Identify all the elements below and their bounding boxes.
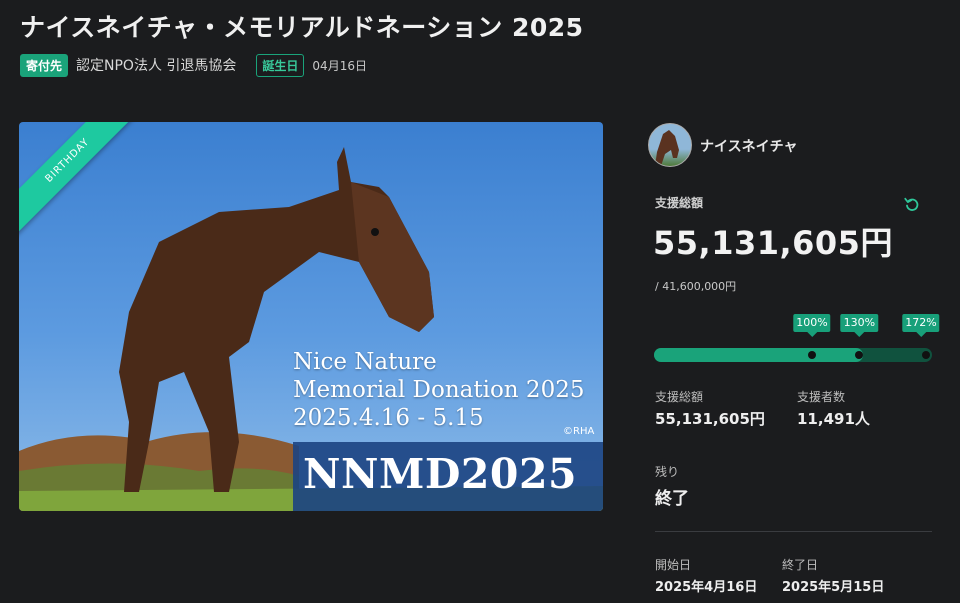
milestone-dot bbox=[921, 351, 930, 359]
horse-avatar[interactable] bbox=[648, 123, 692, 167]
total-amount: 55,131,605円 bbox=[653, 224, 893, 262]
hero-image: BIRTHDAY Nice Nature Memorial Donation 2… bbox=[19, 122, 603, 511]
end-date-label: 終了日 bbox=[782, 558, 819, 572]
total-label: 支援総額 bbox=[655, 196, 704, 210]
end-date-value: 2025年5月15日 bbox=[782, 580, 885, 595]
divider bbox=[655, 531, 932, 532]
hero-caption: Nice Nature Memorial Donation 2025 2025.… bbox=[293, 348, 584, 432]
progress-bar-fill bbox=[654, 348, 864, 362]
birthday-date: 04月16日 bbox=[312, 58, 367, 73]
hero-copyright: ©RHA bbox=[563, 426, 595, 437]
remaining-value: 終了 bbox=[655, 489, 689, 509]
milestone-marker-130pct: 130% bbox=[840, 314, 879, 337]
stat-supporters-value: 11,491人 bbox=[797, 410, 870, 428]
goal-amount: / 41,600,000円 bbox=[655, 280, 737, 293]
milestone-dot bbox=[855, 351, 864, 359]
hero-nnmd-title: NNMD2025 bbox=[303, 450, 578, 498]
start-date-value: 2025年4月16日 bbox=[655, 580, 758, 595]
stat-amount-label: 支援総額 bbox=[655, 390, 704, 404]
milestone-dot bbox=[807, 351, 816, 359]
stat-amount-value: 55,131,605円 bbox=[655, 410, 765, 428]
refresh-icon[interactable] bbox=[903, 195, 921, 213]
milestone-marker-100pct: 100% bbox=[793, 314, 831, 337]
birthday-ribbon: BIRTHDAY bbox=[19, 122, 143, 246]
remaining-label: 残り bbox=[655, 465, 680, 479]
organization-link[interactable]: 認定NPO法人 引退馬協会 bbox=[76, 55, 236, 75]
hero-line-3: 2025.4.16 - 5.15 bbox=[293, 405, 484, 431]
page-title: ナイスネイチャ・メモリアルドネーション 2025 bbox=[20, 13, 584, 42]
campaign-meta: 寄付先 認定NPO法人 引退馬協会 誕生日 04月16日 bbox=[20, 53, 367, 77]
hero-line-1: Nice Nature bbox=[293, 349, 437, 375]
start-date-label: 開始日 bbox=[655, 558, 692, 572]
horse-avatar-image bbox=[655, 130, 679, 166]
birthday-badge: 誕生日 bbox=[256, 53, 305, 77]
birthday-ribbon-label: BIRTHDAY bbox=[19, 122, 143, 239]
stat-supporters-label: 支援者数 bbox=[797, 390, 846, 404]
horse-name[interactable]: ナイスネイチャ bbox=[700, 136, 797, 156]
hero-line-2: Memorial Donation 2025 bbox=[293, 377, 585, 403]
progress-bar bbox=[654, 348, 932, 362]
milestone-marker-172pct: 172% bbox=[902, 314, 940, 337]
donee-badge: 寄付先 bbox=[20, 53, 69, 77]
